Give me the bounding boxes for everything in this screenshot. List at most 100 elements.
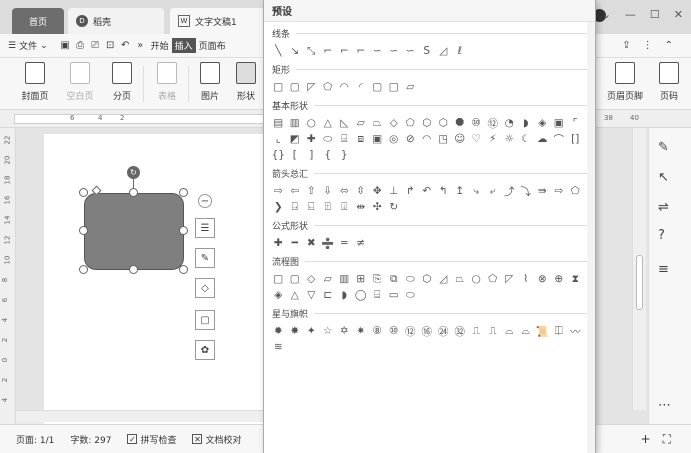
star16-shape-icon[interactable]: ⑯ [419, 323, 436, 339]
share-icon[interactable]: ⇪ [622, 40, 630, 51]
resize-handle[interactable] [79, 188, 88, 197]
resize-handle[interactable] [129, 188, 138, 197]
circular-arrow-shape-icon[interactable]: ↻ [386, 199, 403, 215]
hexagon-shape-icon[interactable]: ⬡ [419, 115, 436, 131]
folded-corner-shape-icon[interactable]: ◳ [435, 131, 452, 147]
blank-page-button[interactable]: 空白页 [60, 62, 100, 102]
lightning-bolt-shape-icon[interactable]: ⚡ [485, 131, 502, 147]
round-diagonal-shape-icon[interactable]: □ [386, 79, 403, 95]
star10-shape-icon[interactable]: ⑩ [386, 323, 403, 339]
star5-shape-icon[interactable]: ☆ [320, 323, 337, 339]
curved-connector-shape-icon[interactable]: ∽ [369, 43, 386, 59]
save-icon[interactable]: ▣ [58, 40, 73, 51]
donut-shape-icon[interactable]: ◎ [386, 131, 403, 147]
flowchart-preparation-shape-icon[interactable]: ⬡ [419, 271, 436, 287]
fill-icon[interactable]: ◇ [195, 278, 215, 298]
tab-home[interactable]: 首页 [12, 8, 64, 34]
notched-right-arrow-shape-icon[interactable]: ⇨ [551, 183, 568, 199]
rectangle-variant-shape-icon[interactable]: ▱ [402, 79, 419, 95]
doc-proofread-toggle[interactable]: ✕ 文档校对 [192, 433, 242, 446]
not-equal-shape-icon[interactable]: ≠ [353, 235, 370, 251]
help-icon[interactable]: ? [658, 228, 665, 243]
round-snip-rectangle-shape-icon[interactable]: ◠ [336, 79, 353, 95]
elbow-arrow-shape-icon[interactable]: ⌐ [336, 43, 353, 59]
scribble-shape-icon[interactable]: ℓ [452, 43, 469, 59]
outline-icon[interactable]: ▢ [195, 310, 215, 330]
more-dots-icon[interactable]: ⋮ [643, 40, 653, 51]
freeform-shape-icon[interactable]: ◿ [435, 43, 452, 59]
l-shape-icon[interactable]: ⌞ [270, 131, 287, 147]
flowchart-summing-junction-shape-icon[interactable]: ⊗ [534, 271, 551, 287]
flowchart-decision-shape-icon[interactable]: ◇ [303, 271, 320, 287]
vertical-text-box-shape-icon[interactable]: ▥ [287, 115, 304, 131]
flowchart-data-shape-icon[interactable]: ▱ [320, 271, 337, 287]
curved-down-arrow-shape-icon[interactable]: ⤵ [518, 183, 535, 199]
octagon-shape-icon[interactable]: ⯃ [452, 115, 469, 131]
page-break-button[interactable]: 分页 [102, 62, 142, 102]
left-right-arrow-callout-shape-icon[interactable]: ⇹ [353, 199, 370, 215]
horizontal-scrollbar[interactable] [16, 410, 263, 422]
decagon-shape-icon[interactable]: ⑩ [468, 115, 485, 131]
quad-arrow-callout-shape-icon[interactable]: ✣ [369, 199, 386, 215]
flowchart-alternate-process-shape-icon[interactable]: ▢ [287, 271, 304, 287]
striped-right-arrow-shape-icon[interactable]: ⇛ [534, 183, 551, 199]
flowchart-manual-operation-shape-icon[interactable]: ⏢ [452, 271, 469, 287]
maximize-icon[interactable]: ☐ [650, 8, 660, 21]
left-bracket-shape-icon[interactable]: [ [287, 147, 304, 163]
explosion1-shape-icon[interactable]: ✹ [270, 323, 287, 339]
heart-shape-icon[interactable]: ♡ [468, 131, 485, 147]
menu-page-layout[interactable]: 页面布 [196, 39, 229, 52]
flowchart-extract-shape-icon[interactable]: △ [287, 287, 304, 303]
round-one-corner-shape-icon[interactable]: ◜ [353, 79, 370, 95]
parallelogram-shape-icon[interactable]: ▱ [353, 115, 370, 131]
flowchart-merge-shape-icon[interactable]: ▽ [303, 287, 320, 303]
print-preview-icon[interactable]: ⊡ [103, 40, 118, 51]
left-brace-shape-icon[interactable]: { [320, 147, 337, 163]
flowchart-terminator-shape-icon[interactable]: ⬭ [402, 271, 419, 287]
star7-shape-icon[interactable]: ✷ [353, 323, 370, 339]
flowchart-offpage-connector-shape-icon[interactable]: ⬠ [485, 271, 502, 287]
chevron-arrow-shape-icon[interactable]: ❯ [270, 199, 287, 215]
undo-icon[interactable]: ↶ [118, 40, 133, 51]
flowchart-sort-shape-icon[interactable]: ◈ [270, 287, 287, 303]
can-shape-icon[interactable]: ⌸ [336, 131, 353, 147]
sun-shape-icon[interactable]: ☼ [501, 131, 518, 147]
idea-icon[interactable]: ✿ [195, 340, 215, 360]
resize-handle[interactable] [129, 265, 138, 274]
up-arrow-callout-shape-icon[interactable]: ⍐ [320, 199, 337, 215]
text-format-icon[interactable]: ≡ [658, 262, 669, 277]
resize-handle[interactable] [179, 188, 188, 197]
picture-button[interactable]: 图片 [190, 62, 230, 102]
frame-shape-icon[interactable]: ▣ [551, 115, 568, 131]
dodecagon-shape-icon[interactable]: ⑫ [485, 115, 502, 131]
left-up-arrow-shape-icon[interactable]: ↰ [435, 183, 452, 199]
flowchart-multidocument-shape-icon[interactable]: ⧉ [386, 271, 403, 287]
no-symbol-shape-icon[interactable]: ⊘ [402, 131, 419, 147]
export-pdf-icon[interactable]: ⎙ [73, 40, 88, 51]
menu-insert[interactable]: 插入 [171, 38, 196, 53]
right-brace-shape-icon[interactable]: } [336, 147, 353, 163]
resize-handle[interactable] [79, 226, 88, 235]
half-frame-shape-icon[interactable]: ⌜ [567, 115, 584, 131]
double-arrow-line-shape-icon[interactable]: ⤡ [303, 43, 320, 59]
flowchart-punched-tape-shape-icon[interactable]: ⌇ [518, 271, 535, 287]
elbow-double-arrow-shape-icon[interactable]: ⌐ [353, 43, 370, 59]
fullscreen-icon[interactable]: ⛶ [663, 432, 671, 447]
divide-shape-icon[interactable]: ➗ [320, 235, 337, 251]
resize-handle[interactable] [79, 265, 88, 274]
trapezoid-shape-icon[interactable]: ⏢ [369, 115, 386, 131]
text-box-shape-icon[interactable]: ▤ [270, 115, 287, 131]
close-icon[interactable]: ✕ [674, 8, 683, 21]
left-right-arrow-shape-icon[interactable]: ⬄ [336, 183, 353, 199]
arrow-line-shape-icon[interactable]: ↘ [287, 43, 304, 59]
right-arrow-callout-shape-icon[interactable]: ⍈ [287, 199, 304, 215]
flowchart-card-shape-icon[interactable]: ◸ [501, 271, 518, 287]
cross-shape-icon[interactable]: ✚ [303, 131, 320, 147]
down-ribbon-shape-icon[interactable]: ⎍ [485, 323, 502, 339]
curve-shape-icon[interactable]: S [419, 43, 436, 59]
rounded-rectangle-shape-icon[interactable]: ▢ [287, 79, 304, 95]
block-arc-shape-icon[interactable]: ◠ [419, 131, 436, 147]
chevron-down-icon[interactable]: ⌄ [602, 8, 611, 21]
up-arrow-shape-icon[interactable]: ⇧ [303, 183, 320, 199]
double-brace-shape-icon[interactable]: {} [270, 147, 287, 163]
